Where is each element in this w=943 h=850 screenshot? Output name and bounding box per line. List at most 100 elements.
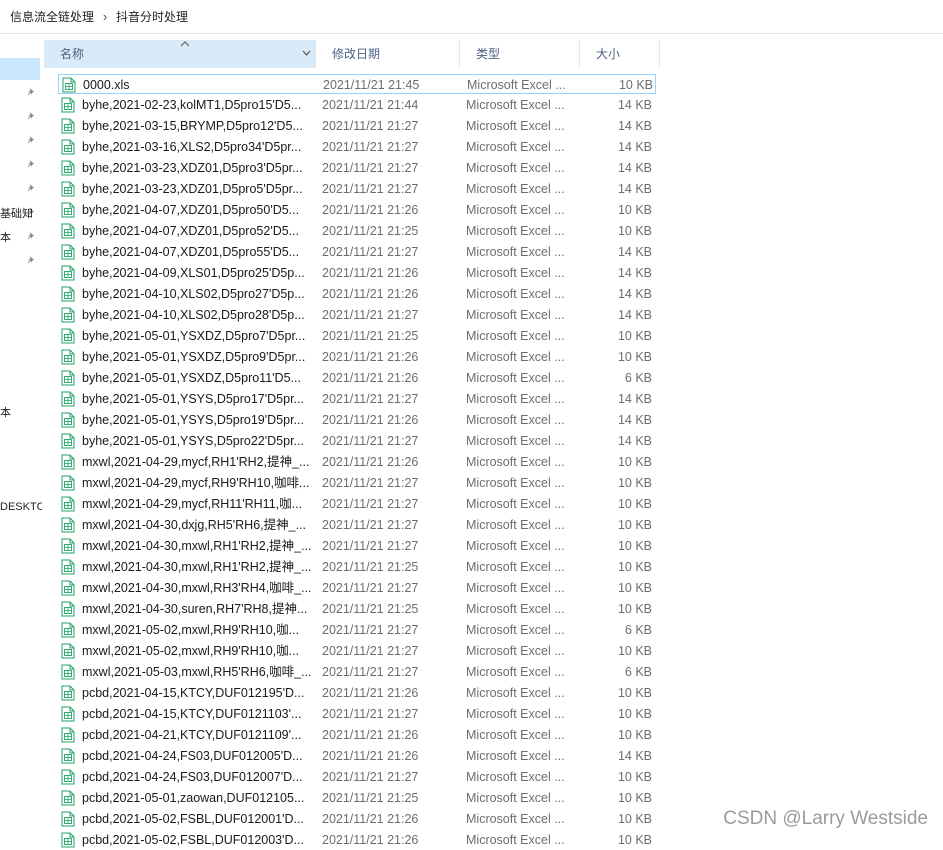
file-row[interactable]: pcbd,2021-05-02,FSBL,DUF012001'D... 2021/… bbox=[58, 809, 656, 829]
file-row[interactable]: pcbd,2021-04-15,KTCY,DUF012195'D... 2021/… bbox=[58, 683, 656, 703]
file-row[interactable]: mxwl,2021-05-02,mxwl,RH9'RH10,咖... 2021/1… bbox=[58, 620, 656, 640]
file-date: 2021/11/21 21:27 bbox=[322, 476, 419, 490]
file-type: Microsoft Excel ... bbox=[466, 434, 565, 448]
file-size: 10 KB bbox=[617, 812, 652, 826]
sidebar-item-label[interactable]: 基础知 bbox=[0, 205, 33, 221]
excel-file-icon bbox=[61, 139, 75, 155]
sidebar-item-label[interactable]: 本 bbox=[0, 229, 11, 245]
file-row[interactable]: byhe,2021-04-07,XDZ01,D5pro50'D5... 2021/… bbox=[58, 200, 656, 220]
file-row[interactable]: byhe,2021-05-01,YSYS,D5pro22'D5pr... 2021… bbox=[58, 431, 656, 451]
file-row[interactable]: byhe,2021-05-01,YSXDZ,D5pro9'D5pr... 2021… bbox=[58, 347, 656, 367]
file-date: 2021/11/21 21:25 bbox=[322, 560, 419, 574]
pin-icon[interactable] bbox=[26, 135, 36, 145]
file-name: mxwl,2021-04-30,dxjg,RH5'RH6,提神_... bbox=[82, 518, 306, 532]
file-date: 2021/11/21 21:27 bbox=[322, 140, 419, 154]
file-row[interactable]: mxwl,2021-05-02,mxwl,RH9'RH10,咖... 2021/1… bbox=[58, 641, 656, 661]
file-row[interactable]: byhe,2021-02-23,kolMT1,D5pro15'D5... 2021… bbox=[58, 95, 656, 115]
excel-file-icon bbox=[61, 265, 75, 281]
file-size: 14 KB bbox=[617, 392, 652, 406]
file-row[interactable]: byhe,2021-04-09,XLS01,D5pro25'D5p... 2021… bbox=[58, 263, 656, 283]
file-row[interactable]: byhe,2021-05-01,YSYS,D5pro17'D5pr... 2021… bbox=[58, 389, 656, 409]
file-date: 2021/11/21 21:27 bbox=[322, 581, 419, 595]
file-row[interactable]: mxwl,2021-04-30,mxwl,RH3'RH4,咖啡_... 2021/… bbox=[58, 578, 656, 598]
file-row[interactable]: pcbd,2021-04-21,KTCY,DUF0121109'... 2021/… bbox=[58, 725, 656, 745]
pin-icon[interactable] bbox=[26, 159, 36, 169]
sidebar-item-label[interactable]: DESKTC bbox=[0, 501, 42, 513]
file-row[interactable]: mxwl,2021-05-03,mxwl,RH5'RH6,咖啡_... 2021/… bbox=[58, 662, 656, 682]
file-row[interactable]: byhe,2021-04-10,XLS02,D5pro28'D5p... 2021… bbox=[58, 305, 656, 325]
file-row[interactable]: mxwl,2021-04-29,mycf,RH1'RH2,提神_... 2021/… bbox=[58, 452, 656, 472]
file-row[interactable]: byhe,2021-04-10,XLS02,D5pro27'D5p... 2021… bbox=[58, 284, 656, 304]
file-name: byhe,2021-05-01,YSYS,D5pro22'D5pr... bbox=[82, 434, 304, 448]
file-name: mxwl,2021-05-02,mxwl,RH9'RH10,咖... bbox=[82, 623, 300, 637]
file-row[interactable]: byhe,2021-03-23,XDZ01,D5pro5'D5pr... 2021… bbox=[58, 179, 656, 199]
file-type: Microsoft Excel ... bbox=[466, 266, 565, 280]
file-size: 14 KB bbox=[617, 98, 652, 112]
file-type: Microsoft Excel ... bbox=[466, 182, 565, 196]
sidebar-selected-item[interactable] bbox=[0, 58, 40, 80]
file-name: byhe,2021-03-15,BRYMP,D5pro12'D5... bbox=[82, 119, 303, 133]
file-row[interactable]: pcbd,2021-05-02,FSBL,DUF012003'D... 2021/… bbox=[58, 830, 656, 850]
excel-file-icon bbox=[61, 97, 75, 113]
file-name: byhe,2021-03-16,XLS2,D5pro34'D5pr... bbox=[82, 140, 302, 154]
file-row[interactable]: pcbd,2021-05-01,zaowan,DUF012105... 2021/… bbox=[58, 788, 656, 808]
watermark: CSDN @Larry Westside bbox=[723, 808, 928, 829]
column-header-date[interactable]: 修改日期 bbox=[316, 40, 460, 68]
file-type: Microsoft Excel ... bbox=[466, 602, 565, 616]
column-header-size[interactable]: 大小 bbox=[580, 40, 660, 68]
file-row[interactable]: mxwl,2021-04-29,mycf,RH11'RH11,咖... 2021/… bbox=[58, 494, 656, 514]
sidebar-item-label[interactable]: 本 bbox=[0, 404, 11, 420]
file-row[interactable]: byhe,2021-05-01,YSXDZ,D5pro7'D5pr... 2021… bbox=[58, 326, 656, 346]
excel-file-icon bbox=[61, 580, 75, 596]
column-header-type[interactable]: 类型 bbox=[460, 40, 580, 68]
pin-icon[interactable] bbox=[26, 183, 36, 193]
file-row[interactable]: mxwl,2021-04-30,dxjg,RH5'RH6,提神_... 2021/… bbox=[58, 515, 656, 535]
file-name: pcbd,2021-05-02,FSBL,DUF012001'D... bbox=[82, 812, 304, 826]
file-row[interactable]: byhe,2021-05-01,YSXDZ,D5pro11'D5... 2021/… bbox=[58, 368, 656, 388]
file-type: Microsoft Excel ... bbox=[466, 245, 565, 259]
file-row[interactable]: byhe,2021-03-15,BRYMP,D5pro12'D5... 2021/… bbox=[58, 116, 656, 136]
pin-icon[interactable] bbox=[26, 231, 36, 241]
excel-file-icon bbox=[61, 832, 75, 848]
file-date: 2021/11/21 21:27 bbox=[322, 644, 419, 658]
file-row[interactable]: pcbd,2021-04-15,KTCY,DUF0121103'... 2021/… bbox=[58, 704, 656, 724]
file-date: 2021/11/21 21:27 bbox=[322, 518, 419, 532]
file-row[interactable]: mxwl,2021-04-30,mxwl,RH1'RH2,提神_... 2021/… bbox=[58, 557, 656, 577]
file-row[interactable]: byhe,2021-04-07,XDZ01,D5pro55'D5... 2021/… bbox=[58, 242, 656, 262]
file-name: byhe,2021-03-23,XDZ01,D5pro5'D5pr... bbox=[82, 182, 303, 196]
breadcrumb-item-current[interactable]: 抖音分时处理 bbox=[116, 8, 188, 25]
file-row[interactable]: mxwl,2021-04-30,mxwl,RH1'RH2,提神_... 2021/… bbox=[58, 536, 656, 556]
file-row[interactable]: byhe,2021-03-16,XLS2,D5pro34'D5pr... 2021… bbox=[58, 137, 656, 157]
column-header-name[interactable]: 名称 bbox=[44, 40, 316, 68]
file-name: mxwl,2021-04-30,mxwl,RH3'RH4,咖啡_... bbox=[82, 581, 312, 595]
file-row[interactable]: mxwl,2021-04-29,mycf,RH9'RH10,咖啡... 2021/… bbox=[58, 473, 656, 493]
file-size: 10 KB bbox=[617, 476, 652, 490]
breadcrumb-chevron-icon[interactable]: › bbox=[94, 9, 116, 24]
excel-file-icon bbox=[61, 664, 75, 680]
file-size: 14 KB bbox=[617, 119, 652, 133]
file-type: Microsoft Excel ... bbox=[466, 770, 565, 784]
excel-file-icon bbox=[61, 307, 75, 323]
excel-file-icon bbox=[61, 349, 75, 365]
chevron-down-icon[interactable] bbox=[302, 50, 311, 56]
file-row[interactable]: pcbd,2021-04-24,FS03,DUF012007'D... 2021/… bbox=[58, 767, 656, 787]
file-row[interactable]: byhe,2021-05-01,YSYS,D5pro19'D5pr... 2021… bbox=[58, 410, 656, 430]
file-row[interactable]: mxwl,2021-04-30,suren,RH7'RH8,提神... 2021/… bbox=[58, 599, 656, 619]
pin-icon[interactable] bbox=[26, 255, 36, 265]
file-size: 14 KB bbox=[617, 140, 652, 154]
file-row[interactable]: 0000.xls 2021/11/21 21:45 Microsoft Excel … bbox=[58, 74, 656, 94]
breadcrumb-item-parent[interactable]: 信息流全链处理 bbox=[10, 8, 94, 25]
file-row[interactable]: byhe,2021-04-07,XDZ01,D5pro52'D5... 2021/… bbox=[58, 221, 656, 241]
file-size: 14 KB bbox=[617, 434, 652, 448]
file-size: 14 KB bbox=[617, 413, 652, 427]
file-size: 14 KB bbox=[617, 266, 652, 280]
file-date: 2021/11/21 21:26 bbox=[322, 812, 419, 826]
file-size: 10 KB bbox=[617, 602, 652, 616]
file-row[interactable]: byhe,2021-03-23,XDZ01,D5pro3'D5pr... 2021… bbox=[58, 158, 656, 178]
file-name: byhe,2021-05-01,YSXDZ,D5pro7'D5pr... bbox=[82, 329, 306, 343]
file-row[interactable]: pcbd,2021-04-24,FS03,DUF012005'D... 2021/… bbox=[58, 746, 656, 766]
file-size: 10 KB bbox=[617, 833, 652, 847]
address-bar[interactable]: 信息流全链处理 › 抖音分时处理 bbox=[0, 0, 943, 34]
pin-icon[interactable] bbox=[26, 111, 36, 121]
pin-icon[interactable] bbox=[26, 87, 36, 97]
